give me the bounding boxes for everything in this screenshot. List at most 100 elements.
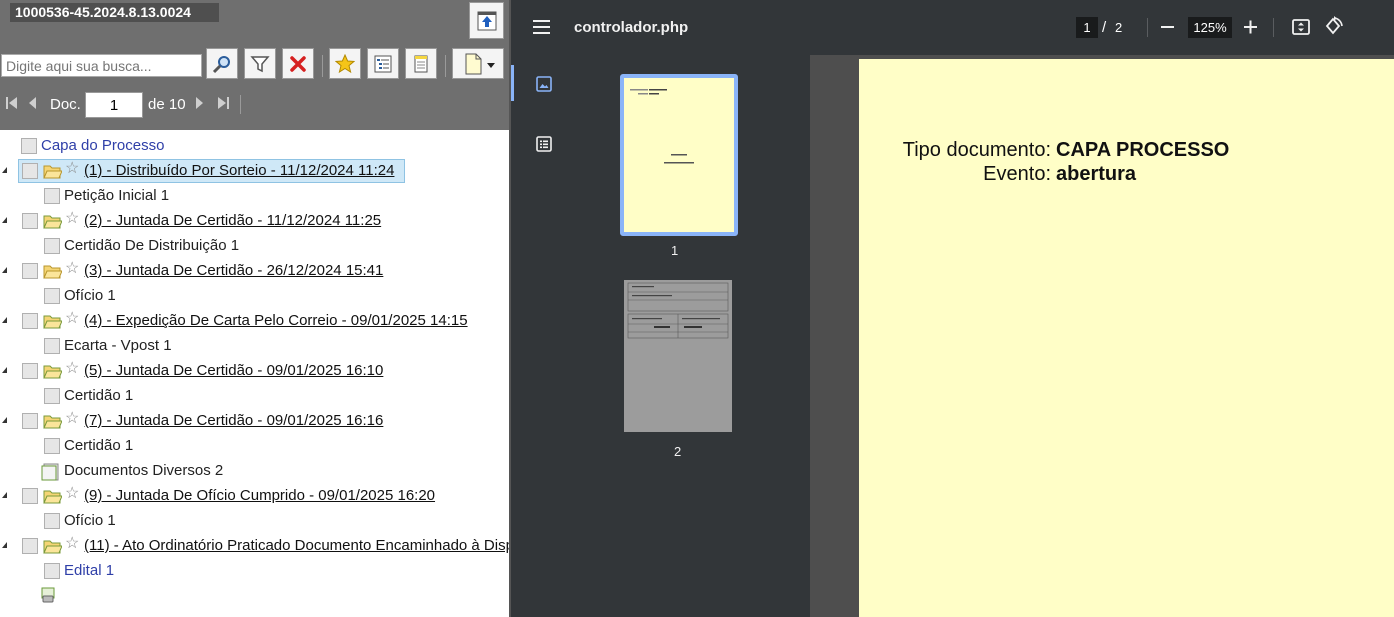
cover-link[interactable]: Capa do Processo [41,137,164,154]
first-doc-button[interactable] [5,96,19,110]
tree-row-event[interactable]: ☆ (2) - Juntada De Certidão - 11/12/2024… [0,209,509,234]
checkbox[interactable] [44,438,60,454]
event-link[interactable]: (11) - Ato Ordinatório Praticado Documen… [84,537,509,554]
document-label[interactable]: Ofício 1 [64,512,116,529]
favorite-star-icon[interactable]: ☆ [65,360,79,378]
search-button[interactable] [206,48,238,79]
checkbox[interactable] [44,388,60,404]
tree-row-doc[interactable]: Documentos Diversos 2 [0,459,509,484]
favorite-star-icon[interactable]: ☆ [65,410,79,428]
checkbox[interactable] [22,488,38,504]
document-label[interactable]: Certidão De Distribuição 1 [64,237,239,254]
document-area[interactable]: Tipo documento: CAPA PROCESSO Evento: ab… [810,55,1394,617]
event-link[interactable]: (7) - Juntada De Certidão - 09/01/2025 1… [84,412,383,429]
document-label[interactable]: Documentos Diversos 2 [64,462,223,479]
expand-arrow-icon[interactable] [2,542,7,548]
expand-arrow-icon[interactable] [2,492,7,498]
page-thumbnail-1[interactable] [620,74,738,236]
zoom-in-icon[interactable] [1242,17,1260,37]
expand-arrow-icon[interactable] [2,267,7,273]
hamburger-menu-icon[interactable] [531,17,553,37]
checkbox[interactable] [22,263,38,279]
checkbox[interactable] [44,238,60,254]
new-document-dropdown[interactable] [452,48,504,79]
tree-row-event[interactable]: ☆ (5) - Juntada De Certidão - 09/01/2025… [0,359,509,384]
checkbox[interactable] [21,138,37,154]
tree-row-doc[interactable]: Edital 1 [0,559,509,584]
last-icon [218,97,229,109]
event-link[interactable]: (3) - Juntada De Certidão - 26/12/2024 1… [84,262,383,279]
document-label[interactable]: Petição Inicial 1 [64,187,169,204]
favorite-star-icon[interactable]: ☆ [65,485,79,503]
tree-row-doc[interactable]: Certidão 1 [0,434,509,459]
checkbox[interactable] [44,563,60,579]
event-link[interactable]: (1) - Distribuído Por Sorteio - 11/12/20… [84,162,394,179]
doc-number-input[interactable] [85,92,143,118]
tree-row-event[interactable]: ☆ (11) - Ato Ordinatório Praticado Docum… [0,534,509,559]
document-label[interactable]: Certidão 1 [64,437,133,454]
event-link[interactable]: (9) - Juntada De Ofício Cumprido - 09/01… [84,487,435,504]
document-label[interactable]: Ofício 1 [64,287,116,304]
document-label[interactable]: Ecarta - Vpost 1 [64,337,172,354]
expand-arrow-icon[interactable] [2,167,7,173]
tree-row-event[interactable]: ☆ (4) - Expedição De Carta Pelo Correio … [0,309,509,334]
expand-arrow-icon[interactable] [2,217,7,223]
tree-row-event[interactable]: ☆ (9) - Juntada De Ofício Cumprido - 09/… [0,484,509,509]
process-panel: 1000536-45.2024.8.13.0024 Digite aqui su… [0,0,509,617]
page-number-input[interactable]: 1 [1076,17,1098,38]
tree-row-event[interactable]: ☆ (7) - Juntada De Certidão - 09/01/2025… [0,409,509,434]
last-doc-button[interactable] [216,96,230,110]
favorite-star-icon[interactable]: ☆ [65,160,79,178]
checkbox[interactable] [22,163,38,179]
filter-button[interactable] [244,48,276,79]
tree-row-doc[interactable]: Ofício 1 [0,509,509,534]
upload-arrow-icon [477,11,496,30]
tree-row-doc[interactable]: Certidão 1 [0,384,509,409]
search-input[interactable] [1,54,202,77]
favorite-star-icon[interactable]: ☆ [65,310,79,328]
checkbox[interactable] [44,338,60,354]
tree-row-extra[interactable] [0,584,509,609]
fit-page-icon[interactable] [1291,17,1311,37]
zoom-input[interactable]: 125% [1188,17,1232,38]
checkbox[interactable] [22,213,38,229]
document-label[interactable]: Edital 1 [64,562,114,579]
expand-arrow-icon[interactable] [2,317,7,323]
favorite-star-icon[interactable]: ☆ [65,535,79,553]
checkbox[interactable] [22,363,38,379]
event-link[interactable]: (5) - Juntada De Certidão - 09/01/2025 1… [84,362,383,379]
checkbox[interactable] [22,413,38,429]
tree-row-doc[interactable]: Ecarta - Vpost 1 [0,334,509,359]
tree-row-event[interactable]: ☆ (1) - Distribuído Por Sorteio - 11/12/… [0,159,509,184]
rotate-icon[interactable] [1323,16,1343,37]
tree-row-doc[interactable]: Certidão De Distribuição 1 [0,234,509,259]
thumbnails-icon[interactable] [535,75,553,93]
event-link[interactable]: (4) - Expedição De Carta Pelo Correio - … [84,312,468,329]
tree-view-button[interactable] [367,48,399,79]
tree-row-event[interactable]: ☆ (3) - Juntada De Certidão - 26/12/2024… [0,259,509,284]
checkbox[interactable] [44,288,60,304]
checkbox[interactable] [44,188,60,204]
document-label[interactable]: Certidão 1 [64,387,133,404]
favorites-button[interactable] [329,48,361,79]
checkbox[interactable] [22,313,38,329]
tree-row-doc[interactable]: Petição Inicial 1 [0,184,509,209]
next-doc-button[interactable] [192,96,206,110]
tree-row-cover[interactable]: Capa do Processo [0,134,509,159]
checkbox[interactable] [22,538,38,554]
checkbox[interactable] [44,513,60,529]
scroll-top-button[interactable] [469,2,504,39]
event-link[interactable]: (2) - Juntada De Certidão - 11/12/2024 1… [84,212,381,229]
page-thumbnail-2[interactable] [624,280,732,432]
tree-row-doc[interactable]: Ofício 1 [0,284,509,309]
thumbnail-preview [630,89,694,164]
outline-icon[interactable] [535,135,553,153]
zoom-out-icon[interactable] [1159,17,1177,37]
prev-doc-button[interactable] [26,96,40,110]
notes-button[interactable] [405,48,437,79]
clear-button[interactable] [282,48,314,79]
favorite-star-icon[interactable]: ☆ [65,260,79,278]
favorite-star-icon[interactable]: ☆ [65,210,79,228]
expand-arrow-icon[interactable] [2,417,7,423]
expand-arrow-icon[interactable] [2,367,7,373]
